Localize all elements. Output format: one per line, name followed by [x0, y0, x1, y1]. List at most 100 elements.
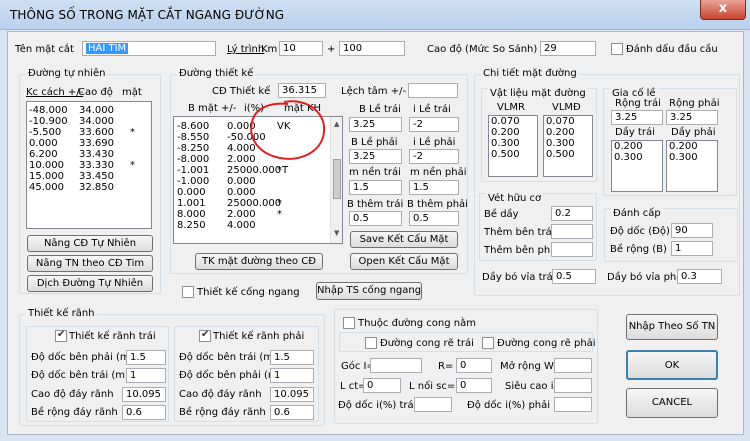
l-be-rong-label: Bề rộng đáy rãnh	[31, 407, 118, 418]
ranh-phai-checkbox[interactable]	[199, 329, 211, 342]
b-them-phai-input[interactable]: 0.5	[409, 211, 459, 226]
r-label: R=	[438, 361, 454, 372]
open-ket-cau-mat-button[interactable]: Open Kết Cấu Mặt	[350, 253, 458, 270]
save-ket-cau-mat-button[interactable]: Save Kết Cấu Mặt	[350, 231, 458, 248]
day-phai-label: Dầy phải	[671, 127, 716, 138]
mo-rong-input[interactable]	[554, 358, 592, 373]
thiet-ke-ranh-title: Thiết kế rãnh	[26, 308, 97, 320]
dtk-scrollbar[interactable]: ▲ ▼	[330, 117, 342, 243]
lech-tam-input[interactable]	[408, 83, 458, 98]
goc-input[interactable]	[370, 358, 422, 373]
dtn-header-kc: Kc cách +/-	[26, 87, 84, 98]
dich-duong-tu-nhien-button[interactable]: Dịch Đường Tự Nhiên	[27, 275, 153, 292]
re-trai-checkbox[interactable]	[365, 337, 377, 349]
plus-label: +	[327, 44, 336, 55]
r-do-doc-ben-phai-label: Độ dốc bên phải (m)	[179, 370, 282, 381]
danh-dau-label: Đánh dấu đầu cầu	[626, 44, 718, 55]
window-title: THÔNG SỐ TRONG MẶT CẮT NGANG ĐƯỜNG	[10, 8, 285, 22]
them-ben-trai-input[interactable]	[551, 224, 593, 239]
b-them-trai-input[interactable]: 0.5	[349, 211, 402, 226]
ok-button[interactable]: OK	[626, 350, 718, 380]
be-rong-label: Bề rộng (B)	[610, 244, 667, 255]
nhap-ts-cong-ngang-button[interactable]: Nhập TS cống ngang	[316, 282, 422, 300]
i-le-trai-input[interactable]: -2	[409, 117, 459, 132]
l-do-doc-ben-phai-label: Độ dốc bên phải (m)	[31, 352, 134, 363]
annotation-circle	[250, 100, 326, 160]
rong-phai-input[interactable]: 3.25	[666, 110, 718, 125]
r-cao-do-label: Cao độ đáy rãnh	[179, 389, 262, 400]
sieu-cao-input[interactable]	[554, 378, 592, 393]
ly-trinh-label: Lý trình	[227, 44, 265, 55]
l-noi-sc-input[interactable]: 0	[456, 378, 492, 393]
scroll-thumb[interactable]	[333, 159, 341, 199]
cao-do-label: Cao độ (Mức So Sánh)	[427, 44, 538, 55]
lct-input[interactable]: 0	[363, 378, 401, 393]
ly-trinh-plus-input[interactable]: 100	[339, 41, 405, 56]
l-cao-do-input[interactable]: 10.095	[122, 387, 166, 402]
i-le-phai-input[interactable]: -2	[409, 149, 459, 164]
ranh-trai-label: Thiết kế rãnh trái	[69, 331, 156, 342]
b-le-trai-label: B Lề trái	[359, 104, 401, 115]
cao-do-input[interactable]: 29	[540, 41, 596, 56]
ten-mat-cat-input[interactable]: HAI TIM	[82, 41, 216, 56]
nang-tn-theo-cd-tim-button[interactable]: Nâng TN theo CĐ Tim	[27, 255, 153, 272]
do-doc-trai-input[interactable]	[414, 397, 452, 412]
l-do-doc-ben-trai-input[interactable]: 1	[126, 368, 166, 383]
vlmr-list[interactable]: 0.070 0.200 0.300 0.500	[488, 115, 538, 177]
rong-trai-input[interactable]: 3.25	[611, 110, 663, 125]
be-day-label: Bề dầy	[484, 209, 519, 220]
tk-mat-duong-theo-cd-button[interactable]: TK mặt đường theo CĐ	[195, 253, 323, 270]
nhap-theo-so-tn-button[interactable]: Nhập Theo Số TN	[626, 314, 718, 340]
l-cao-do-label: Cao độ đáy rãnh	[31, 389, 114, 400]
l-do-doc-ben-phai-input[interactable]: 1.5	[126, 350, 166, 365]
r-do-doc-ben-trai-input[interactable]: 1.5	[270, 350, 314, 365]
do-doc-input[interactable]: 90	[671, 223, 713, 238]
be-day-input[interactable]: 0.2	[551, 206, 593, 221]
r-input[interactable]: 0	[456, 358, 492, 373]
cong-ngang-checkbox[interactable]	[182, 286, 194, 298]
km-input[interactable]: 10	[279, 41, 323, 56]
km-label: Km	[261, 44, 278, 55]
r-be-rong-input[interactable]: 0.6	[270, 405, 314, 420]
thuoc-duong-cong-checkbox[interactable]	[343, 317, 355, 329]
m-nen-phai-input[interactable]: 1.5	[409, 180, 459, 195]
be-rong-input[interactable]: 1	[671, 241, 713, 256]
r-cao-do-input[interactable]: 10.095	[270, 387, 314, 402]
b-le-trai-input[interactable]: 3.25	[349, 117, 402, 132]
re-phai-label: Đường cong rẽ phải	[497, 338, 596, 349]
r-do-doc-ben-trai-label: Độ dốc bên trái (m)	[179, 352, 277, 363]
re-phai-checkbox[interactable]	[482, 337, 494, 349]
scroll-up-icon[interactable]: ▲	[334, 120, 339, 128]
l-noi-sc-label: L nối sc=	[409, 381, 456, 392]
do-doc-phai-input[interactable]	[554, 397, 592, 412]
l-be-rong-input[interactable]: 0.6	[122, 405, 166, 420]
vlmr-header: VLMR	[497, 102, 525, 113]
them-ben-trai-label: Thêm bên trái	[484, 227, 555, 238]
do-doc-trai-label: Độ dốc i(%) trái	[338, 400, 417, 411]
vlmd-list[interactable]: 0.070 0.200 0.300 0.500	[543, 115, 593, 177]
title-bar: THÔNG SỐ TRONG MẶT CẮT NGANG ĐƯỜNG x	[0, 0, 750, 30]
day-bo-via-phai-input[interactable]: 0.3	[677, 269, 722, 284]
danh-dau-checkbox[interactable]	[611, 43, 623, 55]
day-phai-list[interactable]: 0.200 0.300	[666, 140, 718, 192]
cancel-button[interactable]: CANCEL	[626, 388, 718, 418]
b-le-phai-label: B Lề phải	[351, 137, 398, 148]
close-button[interactable]: x	[700, 0, 746, 20]
vat-lieu-title: Vật liệu mặt đường	[488, 88, 588, 100]
m-nen-phai-label: m nền phải	[410, 167, 467, 178]
them-ben-phai-input[interactable]	[551, 242, 593, 257]
day-bo-via-trai-input[interactable]: 0.5	[552, 269, 596, 284]
day-trai-list[interactable]: 0.200 0.300	[611, 140, 663, 192]
ten-mat-cat-value: HAI TIM	[86, 43, 129, 54]
m-nen-trai-input[interactable]: 1.5	[349, 180, 402, 195]
dtn-table[interactable]: -48.000 34.000 -10.900 34.000 -5.500 33.600…	[26, 101, 152, 229]
r-do-doc-ben-phai-input[interactable]: 1	[270, 368, 314, 383]
i-le-phai-label: i Lề phải	[413, 137, 456, 148]
lech-tam-label: Lệch tâm +/-	[341, 86, 407, 97]
i-le-trai-label: i Lề trái	[413, 104, 451, 115]
scroll-down-icon[interactable]: ▼	[334, 229, 339, 237]
day-bo-via-trai-label: Dầy bó vỉa trái	[482, 272, 556, 283]
nang-cd-tu-nhien-button[interactable]: Nâng CĐ Tự Nhiên	[27, 235, 153, 252]
ranh-trai-checkbox[interactable]	[55, 329, 67, 342]
b-le-phai-input[interactable]: 3.25	[349, 149, 402, 164]
